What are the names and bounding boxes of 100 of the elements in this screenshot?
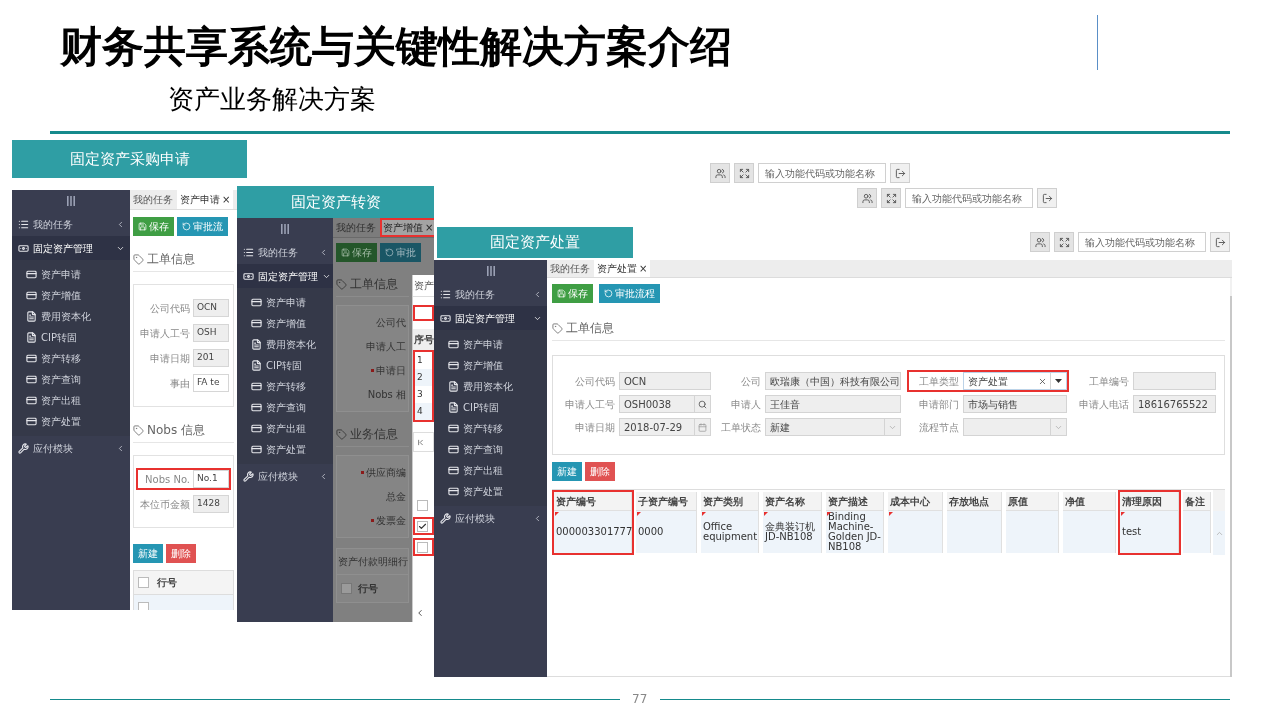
input-field[interactable]: No.1: [193, 470, 229, 488]
field-label: 发票金: [376, 514, 406, 528]
column-header: 资产编号: [554, 492, 632, 511]
submenu-item[interactable]: 资产增值: [434, 355, 547, 376]
menu-item[interactable]: 固定资产管理: [237, 264, 333, 288]
tab[interactable]: 资产处置 ×: [594, 260, 651, 277]
field-label: 申请日期: [574, 420, 615, 435]
column-header: 存放地点: [947, 492, 1002, 511]
slide-subtitle: 资产业务解决方案: [168, 83, 377, 115]
field-label: 工单状态: [720, 420, 761, 435]
workflow-button[interactable]: 审批: [380, 243, 421, 262]
submenu-item[interactable]: 资产转移: [12, 348, 130, 369]
section-heading: 工单信息: [147, 251, 195, 268]
tab[interactable]: 我的任务: [130, 190, 176, 209]
select-field[interactable]: 资产处置: [963, 372, 1067, 390]
column-header: 资产描述: [826, 492, 884, 511]
table-cell: test: [1120, 511, 1179, 553]
column-header: 子资产编号: [636, 492, 697, 511]
input-field[interactable]: 王佳音: [765, 395, 901, 413]
tab[interactable]: 我的任务: [547, 260, 593, 277]
table-cell: 000003301777: [554, 511, 632, 553]
tab[interactable]: 资产申请 ×: [177, 190, 234, 209]
column-header: 净值: [1063, 492, 1116, 511]
input-field[interactable]: FA te: [193, 374, 229, 392]
submenu-item[interactable]: 资产增值: [12, 285, 130, 306]
tab[interactable]: 资产增值 ×: [380, 218, 434, 237]
input-field[interactable]: 欧瑞康（中国）科技有限公司: [765, 372, 901, 390]
field-label: 工单类型: [918, 374, 959, 389]
table-cell: 0000: [636, 511, 697, 553]
submenu-item[interactable]: 资产处置: [237, 439, 333, 460]
menu-item[interactable]: 固定资产管理: [12, 236, 130, 260]
submenu-item[interactable]: 资产查询: [434, 439, 547, 460]
submenu-item[interactable]: 费用资本化: [237, 334, 333, 355]
field-label: Nobs 相: [367, 388, 406, 402]
submenu-item[interactable]: 资产申请: [12, 264, 130, 285]
field-label: 申请人工号: [564, 397, 615, 412]
field-label: 公司代码: [149, 301, 190, 316]
search-field[interactable]: 输入功能代码或功能名称: [905, 188, 1033, 208]
field-label: 流程节点: [918, 420, 959, 435]
input-field[interactable]: OCN: [193, 299, 229, 317]
column-header: 资产类别: [701, 492, 759, 511]
menu-item[interactable]: 固定资产管理: [434, 306, 547, 330]
submenu-item[interactable]: 资产转移: [237, 376, 333, 397]
submenu-item[interactable]: 资产查询: [237, 397, 333, 418]
submenu-item[interactable]: 资产出租: [434, 460, 547, 481]
select-field[interactable]: 新建: [765, 418, 901, 436]
column-header: 成本中心: [888, 492, 943, 511]
menu-item[interactable]: 应付模块: [237, 464, 333, 488]
column-header: 备注: [1183, 492, 1211, 511]
field-label: 公司代码: [574, 374, 615, 389]
menu-item[interactable]: 应付模块: [12, 436, 130, 460]
submenu-item[interactable]: 资产查询: [12, 369, 130, 390]
field-label: 总金: [386, 490, 406, 504]
search-field[interactable]: 输入功能代码或功能名称: [758, 163, 886, 183]
input-field[interactable]: OSH: [193, 324, 229, 342]
menu-item[interactable]: 应付模块: [434, 506, 547, 530]
delete-button[interactable]: 删除: [585, 462, 615, 481]
screen-caption: 固定资产转资: [237, 186, 434, 218]
column-header: 原值: [1006, 492, 1059, 511]
row-number: 2: [415, 369, 432, 386]
submenu-item[interactable]: CIP转固: [12, 327, 130, 348]
submenu-item[interactable]: 资产申请: [434, 334, 547, 355]
menu-item[interactable]: 我的任务: [12, 212, 130, 236]
column-header: 行号: [157, 576, 177, 590]
submenu-item[interactable]: 资产出租: [237, 418, 333, 439]
field-label: 申请日期: [149, 351, 190, 366]
column-header: 序号: [413, 329, 434, 350]
input-field[interactable]: 18616765522: [1133, 395, 1216, 413]
input-field[interactable]: 201: [193, 349, 229, 367]
section-heading: 工单信息: [350, 276, 398, 293]
save-button[interactable]: 保存: [336, 243, 377, 262]
submenu-item[interactable]: CIP转固: [434, 397, 547, 418]
menu-item[interactable]: 我的任务: [434, 282, 547, 306]
submenu-item[interactable]: 资产处置: [12, 411, 130, 432]
search-field[interactable]: 输入功能代码或功能名称: [1078, 232, 1206, 252]
submenu-item[interactable]: 资产出租: [12, 390, 130, 411]
panel-tab[interactable]: 资产付款明细行: [337, 549, 408, 575]
field-label: 申请部门: [918, 397, 959, 412]
select-field[interactable]: 2018-07-29: [619, 418, 711, 436]
input-field[interactable]: OCN: [619, 372, 711, 390]
submenu-item[interactable]: 资产增值: [237, 313, 333, 334]
page-number: 77: [632, 691, 648, 708]
column-header: 资产名称: [763, 492, 822, 511]
table-cell: Binding Machine-Golden JD-NB108: [826, 511, 884, 553]
submenu-item[interactable]: 资产申请: [237, 292, 333, 313]
submenu-item[interactable]: 费用资本化: [12, 306, 130, 327]
input-field[interactable]: 市场与销售: [963, 395, 1067, 413]
submenu-item[interactable]: 费用资本化: [434, 376, 547, 397]
submenu-item[interactable]: 资产处置: [434, 481, 547, 502]
section-heading: 工单信息: [566, 320, 614, 337]
field-label: 事由: [169, 376, 190, 391]
menu-item[interactable]: 我的任务: [237, 240, 333, 264]
delete-button[interactable]: 删除: [166, 544, 196, 563]
input-field[interactable]: 1428: [193, 495, 229, 513]
screen-caption: 固定资产采购申请: [12, 140, 247, 178]
field-label: 公司: [740, 374, 761, 389]
submenu-item[interactable]: 资产转移: [434, 418, 547, 439]
field-label: 申请人: [730, 397, 761, 412]
submenu-item[interactable]: CIP转固: [237, 355, 333, 376]
select-field[interactable]: OSH0038: [619, 395, 711, 413]
